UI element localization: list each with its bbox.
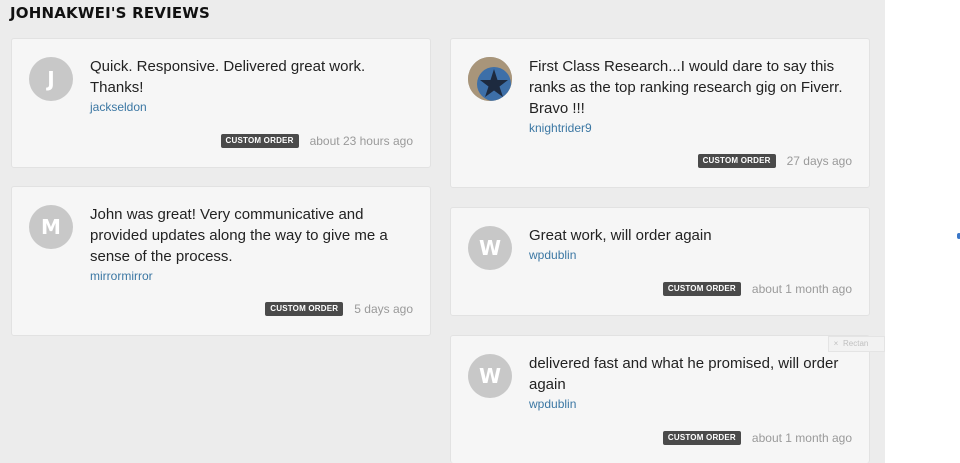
avatar[interactable]: W	[468, 354, 512, 398]
close-icon[interactable]: ×	[829, 337, 843, 351]
review-meta: CUSTOM ORDER 5 days ago	[265, 302, 413, 316]
review-time: about 23 hours ago	[309, 134, 413, 148]
review-card: M John was great! Very communicative and…	[11, 186, 431, 336]
review-body: John was great! Very communicative and p…	[90, 204, 410, 284]
review-card: W delivered fast and what he promised, w…	[450, 335, 870, 463]
review-meta: CUSTOM ORDER 27 days ago	[697, 154, 852, 168]
custom-order-badge: CUSTOM ORDER	[662, 282, 741, 296]
review-time: about 1 month ago	[751, 431, 852, 445]
reviewer-link[interactable]: jackseldon	[90, 99, 410, 115]
review-time: about 1 month ago	[751, 282, 852, 296]
review-body: delivered fast and what he promised, wil…	[529, 353, 849, 412]
page-title: JOHNAKWEI'S REVIEWS	[10, 4, 211, 22]
reviewer-link[interactable]: knightrider9	[529, 120, 849, 136]
review-text: Great work, will order again	[529, 227, 712, 244]
review-body: Quick. Responsive. Delivered great work.…	[90, 56, 410, 115]
review-text: delivered fast and what he promised, wil…	[529, 355, 839, 393]
floating-overlay-tab[interactable]: × Rectan	[828, 336, 885, 352]
custom-order-badge: CUSTOM ORDER	[697, 154, 776, 168]
review-time: 27 days ago	[786, 154, 852, 168]
avatar[interactable]: W	[468, 226, 512, 270]
custom-order-badge: CUSTOM ORDER	[662, 431, 741, 445]
review-card: W Great work, will order again wpdublin …	[450, 207, 870, 316]
review-meta: CUSTOM ORDER about 1 month ago	[662, 431, 852, 445]
review-text: First Class Research...I would dare to s…	[529, 58, 843, 117]
review-card: First Class Research...I would dare to s…	[450, 38, 870, 188]
review-text: John was great! Very communicative and p…	[90, 206, 388, 265]
review-body: First Class Research...I would dare to s…	[529, 56, 849, 136]
overlay-label: Rectan	[843, 339, 869, 348]
avatar[interactable]	[468, 57, 512, 101]
reviewer-link[interactable]: wpdublin	[529, 247, 849, 263]
review-card: J Quick. Responsive. Delivered great wor…	[11, 38, 431, 168]
custom-order-badge: CUSTOM ORDER	[265, 302, 344, 316]
review-body: Great work, will order again wpdublin	[529, 225, 849, 263]
avatar[interactable]: M	[29, 205, 73, 249]
reviewer-link[interactable]: wpdublin	[529, 396, 849, 412]
review-meta: CUSTOM ORDER about 1 month ago	[662, 282, 852, 296]
custom-order-badge: CUSTOM ORDER	[220, 134, 299, 148]
review-text: Quick. Responsive. Delivered great work.…	[90, 58, 366, 96]
avatar[interactable]: J	[29, 57, 73, 101]
review-meta: CUSTOM ORDER about 23 hours ago	[220, 134, 413, 148]
review-time: 5 days ago	[354, 302, 413, 316]
star-avatar-icon	[468, 57, 512, 101]
reviews-panel: JOHNAKWEI'S REVIEWS J Quick. Responsive.…	[0, 0, 885, 463]
reviewer-link[interactable]: mirrormirror	[90, 268, 410, 284]
